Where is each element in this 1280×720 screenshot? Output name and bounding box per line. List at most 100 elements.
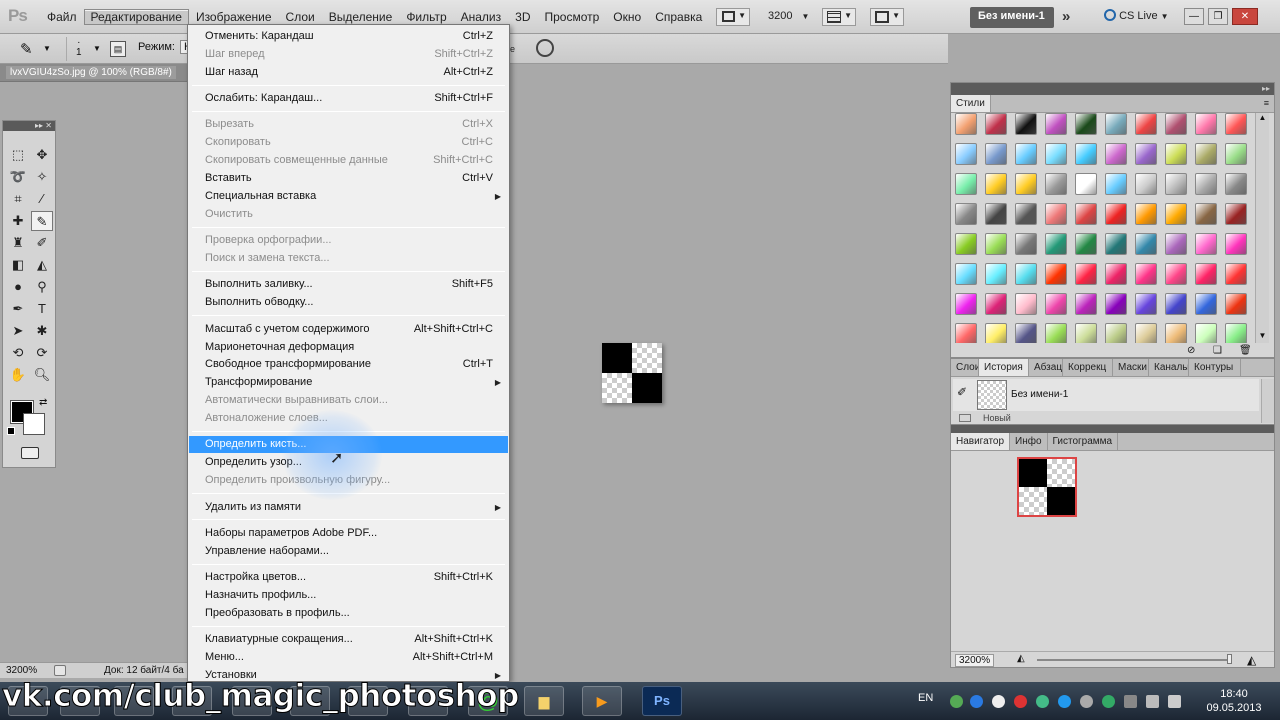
edit-menu-item[interactable]: Шаг вперед Shift+Ctrl+Z [189,46,508,63]
clock[interactable]: 18:40 09.05.2013 [1204,687,1264,715]
new-style-icon[interactable]: ❏ [1213,345,1222,356]
language-indicator[interactable]: EN [918,692,933,704]
style-swatch[interactable] [955,323,977,343]
hand-tool-icon[interactable]: ✋ [7,365,29,385]
style-swatch[interactable] [1135,113,1157,135]
zoom-tool-icon[interactable]: 🔍︎ [31,365,53,385]
edit-menu-item[interactable]: Специальная вставка ▶ [189,188,508,205]
panel-tab[interactable]: Коррекц [1063,359,1113,376]
edit-menu-item[interactable]: Свободное трансформирование Ctrl+T [189,356,508,373]
style-swatch[interactable] [1195,293,1217,315]
style-swatch[interactable] [1195,203,1217,225]
style-swatch[interactable] [985,263,1007,285]
edit-menu-item[interactable]: Шаг назад Alt+Ctrl+Z [189,64,508,81]
edit-menu-item[interactable]: Преобразовать в профиль... [189,605,508,622]
menu-1[interactable]: Редактирование [83,9,189,25]
tray-icon[interactable] [992,695,1005,708]
edit-menu-item[interactable]: Удалить из памяти ▶ [189,499,508,516]
menu-0[interactable]: Файл [40,9,84,25]
folder-icon[interactable]: ▆ [524,686,564,716]
navigator-zoom-field[interactable]: 3200% [955,654,995,667]
tray-icon[interactable] [1036,695,1049,708]
style-swatch[interactable] [1015,173,1037,195]
pencil-tool-preset-icon[interactable]: ✎ [20,40,33,58]
edit-menu-item[interactable]: Скопировать совмещенные данные Shift+Ctrl… [189,152,508,169]
arrange-documents-dropdown[interactable]: ▼ [870,8,904,26]
edit-menu-item[interactable]: Марионеточная деформация [189,339,508,356]
panel-tab[interactable]: Маски [1113,359,1149,376]
style-swatch[interactable] [1225,263,1247,285]
double-chevron-icon[interactable]: » [1062,8,1070,25]
style-swatch[interactable] [955,293,977,315]
style-swatch[interactable] [1165,263,1187,285]
menu-7[interactable]: 3D [508,9,537,25]
brush-panel-toggle-icon[interactable]: ▤ [110,41,126,57]
edit-menu-item[interactable]: Настройка цветов... Shift+Ctrl+K [189,569,508,586]
style-swatch[interactable] [1135,263,1157,285]
clone-stamp-tool-icon[interactable]: ♜ [7,233,29,253]
style-swatch[interactable] [1045,323,1067,343]
paint-bucket-tool-icon[interactable]: ◭ [31,255,53,275]
quick-select-tool-icon[interactable]: ✧ [31,167,53,187]
style-swatch[interactable] [955,263,977,285]
style-swatch[interactable] [1135,143,1157,165]
style-swatch[interactable] [1195,173,1217,195]
style-swatch[interactable] [1015,203,1037,225]
healing-brush-tool-icon[interactable]: ✚ [7,211,29,231]
edit-menu-item[interactable]: Проверка орфографии... [189,232,508,249]
zoom-dropdown[interactable]: 3200 ▼ [768,10,809,28]
panel-menu-icon[interactable]: ≡ [1259,95,1274,112]
edit-menu-item[interactable]: Выполнить заливку... Shift+F5 [189,276,508,293]
marquee-tool-icon[interactable]: ⬚ [7,145,29,165]
style-swatch[interactable] [1195,263,1217,285]
style-swatch[interactable] [1165,203,1187,225]
tray-icon[interactable] [1014,695,1027,708]
tab-styles[interactable]: Стили [951,95,991,112]
style-swatch[interactable] [1165,173,1187,195]
edit-menu-item[interactable]: Трансформирование ▶ [189,374,508,391]
navigator-thumbnail[interactable] [1017,457,1077,517]
eraser-tool-icon[interactable]: ◧ [7,255,29,275]
style-swatch[interactable] [1075,263,1097,285]
style-swatch[interactable] [1165,113,1187,135]
chevron-down-icon[interactable]: ▼ [93,44,101,53]
style-swatch[interactable] [1135,233,1157,255]
style-swatch[interactable] [1045,233,1067,255]
style-swatch[interactable] [1105,173,1127,195]
style-swatch[interactable] [1045,143,1067,165]
scroll-down-icon[interactable]: ▼ [1256,331,1269,343]
move-tool-icon[interactable]: ✥ [31,145,53,165]
history-scrollbar[interactable] [1261,379,1274,423]
style-swatch[interactable] [1015,293,1037,315]
menu-3[interactable]: Слои [279,9,322,25]
history-row[interactable]: Новый [953,413,1259,423]
styles-scrollbar[interactable]: ▲ ▼ [1255,113,1269,343]
menu-2[interactable]: Изображение [189,9,279,25]
style-swatch[interactable] [1045,173,1067,195]
style-swatch[interactable] [1045,203,1067,225]
scroll-up-icon[interactable]: ▲ [1256,113,1269,125]
style-swatch[interactable] [955,233,977,255]
style-swatch[interactable] [1135,203,1157,225]
tray-icon[interactable] [950,695,963,708]
blur-tool-icon[interactable]: ● [7,277,29,297]
close-button[interactable]: ✕ [1232,8,1258,25]
cs-live-button[interactable]: CS Live ▼ [1104,9,1169,22]
edit-menu-item[interactable]: Управление наборами... [189,543,508,560]
restore-button[interactable]: ❐ [1208,8,1228,25]
chevron-down-icon[interactable]: ▼ [43,44,51,53]
pen-tool-icon[interactable]: ✒ [7,299,29,319]
menu-9[interactable]: Окно [606,9,648,25]
style-swatch[interactable] [1105,263,1127,285]
view-extras-dropdown[interactable]: ▼ [822,8,856,26]
edit-menu-item[interactable]: Назначить профиль... [189,587,508,604]
style-swatch[interactable] [1135,323,1157,343]
panel-tab[interactable]: Слои [951,359,979,376]
default-colors-icon[interactable] [7,427,15,435]
panel-tab[interactable]: Гистограмма [1048,433,1119,450]
panel-tab[interactable]: Инфо [1010,433,1048,450]
menu-5[interactable]: Фильтр [399,9,453,25]
trash-icon[interactable]: 🗑︎ [1239,345,1252,356]
style-swatch[interactable] [985,293,1007,315]
style-swatch[interactable] [1075,233,1097,255]
